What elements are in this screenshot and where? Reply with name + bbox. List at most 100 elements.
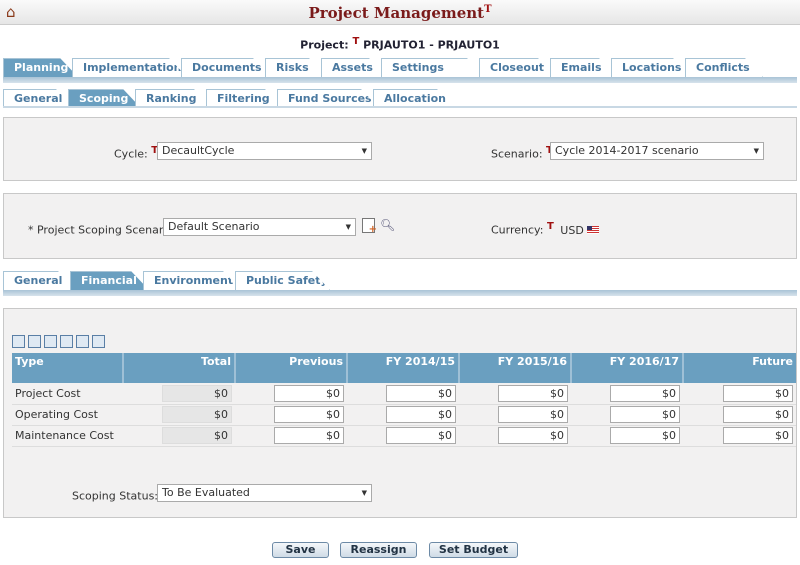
reassign-button[interactable]: Reassign: [340, 542, 417, 558]
inner-tab-financial[interactable]: Financial: [70, 271, 149, 290]
export-icon[interactable]: [92, 335, 105, 348]
cell: $0: [347, 425, 459, 447]
table-row: Maintenance Cost $0 $0 $0 $0 $0 $0: [12, 425, 796, 447]
tab-assets[interactable]: Assets: [321, 58, 387, 77]
row-type: Operating Cost: [12, 404, 123, 426]
cell: $0: [347, 404, 459, 426]
col-fy1617: FY 2016/17: [571, 353, 684, 383]
cell: $0: [571, 404, 683, 426]
amount-input[interactable]: $0: [274, 427, 344, 444]
inner-tab-environment[interactable]: Environment: [143, 271, 241, 290]
title-text: Project Management: [308, 4, 485, 22]
save-button[interactable]: Save: [272, 542, 329, 558]
cycle-label: Cycle: T: [114, 145, 159, 161]
inner-tab-general[interactable]: General: [3, 271, 76, 290]
amount-input[interactable]: $0: [723, 427, 793, 444]
scenario-label: Scenario: T: [491, 145, 553, 161]
tab-locations[interactable]: Locations: [611, 58, 691, 77]
cycle-select[interactable]: DecaultCycle: [157, 142, 372, 160]
main-tabs: Planning Implementation Documents Risks …: [3, 58, 757, 77]
currency-value: USD: [560, 223, 584, 237]
scenario-select[interactable]: Cycle 2014-2017 scenario: [550, 142, 764, 160]
page-title: Project ManagementT: [0, 4, 800, 22]
financial-table: Type Total Previous FY 2014/15 FY 2015/1…: [12, 353, 796, 447]
table-header: Type Total Previous FY 2014/15 FY 2015/1…: [12, 353, 796, 383]
total-value: $0: [162, 406, 232, 423]
inner-tabs: General Financial Environment Public Saf…: [3, 271, 324, 290]
cell: $0: [347, 383, 459, 405]
paste-icon[interactable]: [60, 335, 73, 348]
total-value: $0: [162, 427, 232, 444]
row-type: Project Cost: [12, 383, 123, 405]
amount-input[interactable]: $0: [610, 427, 680, 444]
cell: $0: [459, 404, 571, 426]
tab-divider: [3, 77, 797, 83]
amount-input[interactable]: $0: [274, 384, 344, 402]
project-label: Project:: [300, 38, 349, 52]
chart-icon[interactable]: [28, 335, 41, 348]
cell: $0: [683, 425, 796, 447]
tab-settings[interactable]: Settings: [381, 58, 485, 77]
total-value: $0: [162, 384, 232, 402]
cell: $0: [235, 383, 347, 405]
amount-input[interactable]: $0: [610, 384, 680, 402]
scoping-status-select[interactable]: To Be Evaluated: [157, 484, 372, 502]
cell: $0: [571, 425, 683, 447]
row-type: Maintenance Cost: [12, 425, 123, 447]
scoping-scenario-panel: * Project Scoping Scenario: T Default Sc…: [3, 193, 797, 259]
inner-tab-public-safety[interactable]: Public Safety: [235, 271, 330, 290]
cell: $0: [459, 383, 571, 405]
scoping-scenario-select[interactable]: Default Scenario: [163, 218, 356, 236]
amount-input[interactable]: $0: [723, 406, 793, 423]
cell: $0: [683, 404, 796, 426]
tab-planning[interactable]: Planning: [3, 58, 78, 77]
subtab-divider: [3, 106, 797, 108]
col-fy1415: FY 2014/15: [347, 353, 460, 383]
tab-emails[interactable]: Emails: [550, 58, 617, 77]
amount-input[interactable]: $0: [498, 384, 568, 402]
cell: $0: [683, 383, 796, 405]
amount-input[interactable]: $0: [386, 427, 456, 444]
tab-closeout[interactable]: Closeout: [479, 58, 556, 77]
project-line: Project: T PRJAUTO1 - PRJAUTO1: [0, 36, 800, 52]
table-row: Project Cost $0 $0 $0 $0 $0 $0: [12, 383, 796, 405]
tab-documents[interactable]: Documents: [181, 58, 271, 77]
col-future: Future: [683, 353, 796, 383]
cell: $0: [235, 404, 347, 426]
col-type: Type: [12, 353, 124, 383]
cell: $0: [123, 404, 235, 426]
edit-icon[interactable]: [12, 335, 25, 348]
translate-icon[interactable]: T: [484, 4, 491, 15]
col-fy1516: FY 2015/16: [459, 353, 572, 383]
cell: $0: [235, 425, 347, 447]
currency-label: Currency: T USD: [491, 221, 600, 237]
translate-icon[interactable]: T: [547, 221, 554, 232]
add-scenario-icon[interactable]: +: [362, 218, 377, 235]
import-icon[interactable]: [76, 335, 89, 348]
us-flag-icon: [587, 225, 600, 234]
tab-implementation[interactable]: Implementation: [72, 58, 187, 77]
financial-panel: Type Total Previous FY 2014/15 FY 2015/1…: [3, 308, 797, 518]
cell: $0: [123, 425, 235, 447]
table-toolbar: [12, 335, 108, 348]
cell: $0: [459, 425, 571, 447]
scoping-status-label: Scoping Status: T: [72, 487, 168, 503]
translate-icon[interactable]: T: [352, 36, 359, 47]
tab-conflicts[interactable]: Conflicts: [685, 58, 763, 77]
amount-input[interactable]: $0: [498, 406, 568, 423]
search-icon[interactable]: 🔍︎: [380, 218, 395, 232]
amount-input[interactable]: $0: [274, 406, 344, 423]
amount-input[interactable]: $0: [610, 406, 680, 423]
project-value: PRJAUTO1 - PRJAUTO1: [363, 38, 500, 52]
cycle-panel: Cycle: T DecaultCycle Scenario: T Cycle …: [3, 117, 797, 181]
amount-input[interactable]: $0: [386, 406, 456, 423]
amount-input[interactable]: $0: [723, 384, 793, 402]
amount-input[interactable]: $0: [498, 427, 568, 444]
set-budget-button[interactable]: Set Budget: [429, 542, 518, 558]
col-total: Total: [123, 353, 236, 383]
copy-icon[interactable]: [44, 335, 57, 348]
cell: $0: [123, 383, 235, 405]
inner-tab-divider: [3, 290, 797, 296]
amount-input[interactable]: $0: [386, 384, 456, 402]
tab-risks[interactable]: Risks: [265, 58, 327, 77]
